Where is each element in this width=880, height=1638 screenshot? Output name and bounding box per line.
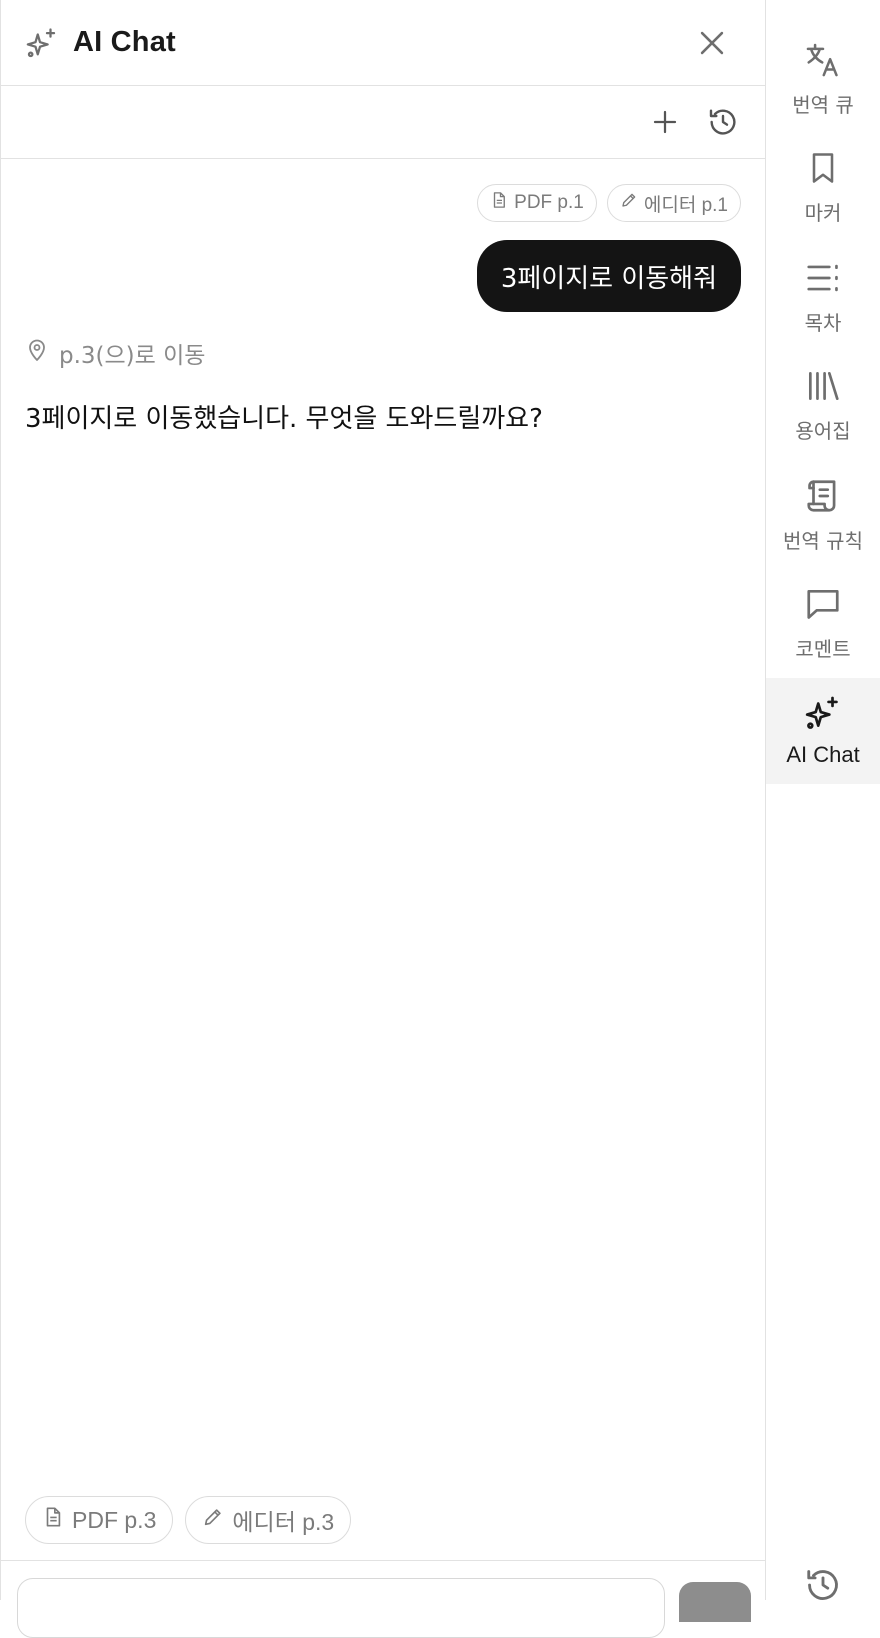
rail-item-translation-rules[interactable]: 번역 규칙 bbox=[766, 462, 880, 568]
rail-item-toc[interactable]: 목차 bbox=[766, 244, 880, 350]
comment-icon bbox=[804, 585, 842, 627]
context-chip-pdf[interactable]: PDF p.1 bbox=[477, 184, 597, 222]
composer-context-chips: PDF p.3 에디터 p.3 bbox=[25, 1496, 352, 1544]
context-chip-editor[interactable]: 에디터 p.3 bbox=[185, 1496, 352, 1544]
scroll-icon bbox=[804, 477, 842, 519]
document-icon bbox=[42, 1506, 64, 1534]
rail-item-label: AI Chat bbox=[786, 742, 860, 767]
rail-item-label: 번역 큐 bbox=[792, 92, 854, 117]
chip-label: 에디터 p.1 bbox=[643, 194, 728, 216]
user-message-bubble: 3페이지로 이동해줘 bbox=[476, 240, 741, 312]
history-icon[interactable] bbox=[705, 104, 741, 140]
location-pin-icon bbox=[25, 337, 49, 369]
bookmark-icon bbox=[805, 149, 841, 191]
ai-chat-panel: AI Chat PDF p.1 에디터 p.1 3페이지로 이동해줘 p.3(으… bbox=[0, 0, 766, 1638]
panel-title: AI Chat bbox=[73, 26, 176, 58]
translate-icon bbox=[804, 41, 842, 83]
rail-item-glossary[interactable]: 용어집 bbox=[766, 352, 880, 458]
list-icon bbox=[804, 259, 842, 301]
rail-item-label: 코멘트 bbox=[795, 636, 851, 661]
rail-item-label: 용어집 bbox=[795, 418, 851, 443]
panel-header: AI Chat bbox=[1, 0, 765, 86]
rail-item-label: 목차 bbox=[804, 310, 842, 335]
send-button[interactable] bbox=[679, 1582, 751, 1622]
context-chip-editor[interactable]: 에디터 p.1 bbox=[606, 184, 741, 222]
action-text: p.3(으)로 이동 bbox=[59, 343, 206, 369]
rail-item-ai-chat[interactable]: AI Chat bbox=[766, 678, 880, 784]
pencil-icon bbox=[202, 1506, 224, 1534]
rail-item-comments[interactable]: 코멘트 bbox=[766, 570, 880, 676]
plus-icon[interactable] bbox=[647, 104, 683, 140]
library-icon bbox=[804, 367, 842, 409]
rail-item-label: 번역 규칙 bbox=[783, 528, 863, 553]
chip-label: PDF p.1 bbox=[514, 192, 584, 213]
user-context-chips: PDF p.1 에디터 p.1 bbox=[477, 184, 741, 222]
sparkles-icon bbox=[25, 26, 59, 60]
chip-label: PDF p.3 bbox=[72, 1506, 157, 1533]
chip-label: 에디터 p.3 bbox=[232, 1509, 335, 1535]
history-icon[interactable] bbox=[804, 1566, 842, 1604]
rail-item-translation-queue[interactable]: 번역 큐 bbox=[766, 26, 880, 132]
assistant-message: 3페이지로 이동했습니다. 무엇을 도와드릴까요? bbox=[25, 404, 543, 434]
close-icon[interactable] bbox=[695, 26, 729, 60]
sparkles-icon bbox=[804, 694, 842, 736]
rail-item-label: 마커 bbox=[804, 200, 842, 225]
assistant-action-note: p.3(으)로 이동 bbox=[25, 336, 205, 370]
side-rail: 번역 큐 마커 목차 용어집 번역 규칙 코멘트 AI Chat bbox=[766, 0, 880, 1600]
rail-item-markers[interactable]: 마커 bbox=[766, 134, 880, 240]
message-input[interactable] bbox=[17, 1578, 665, 1638]
chat-toolbar bbox=[1, 86, 765, 159]
pencil-icon bbox=[620, 191, 638, 215]
document-icon bbox=[490, 191, 508, 215]
context-chip-pdf[interactable]: PDF p.3 bbox=[25, 1496, 174, 1544]
composer-divider bbox=[1, 1560, 765, 1561]
